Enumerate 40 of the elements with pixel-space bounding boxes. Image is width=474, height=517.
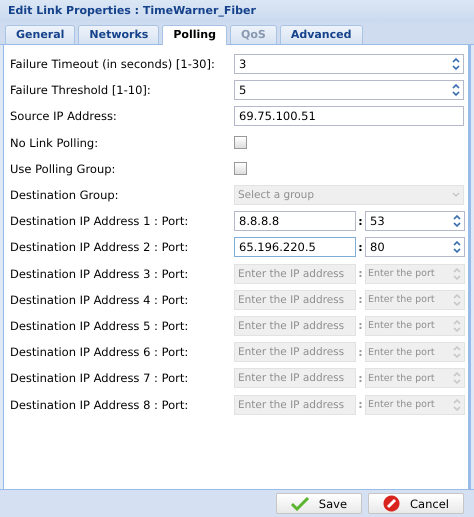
field-label: Use Polling Group:	[10, 162, 116, 176]
separator: :	[357, 346, 364, 359]
separator: :	[357, 267, 364, 280]
port-field[interactable]: 80	[365, 237, 465, 258]
field-label: Destination IP Address 1 : Port:	[10, 214, 190, 228]
tab[interactable]: Advanced	[280, 25, 362, 44]
field-label: Destination Group:	[10, 188, 120, 202]
tab[interactable]: Polling	[162, 25, 227, 46]
field-label: Source IP Address:	[10, 109, 118, 124]
number-field[interactable]: 3	[234, 54, 464, 74]
field-label: Failure Threshold [1-10]:	[10, 83, 152, 98]
tab[interactable]: Networks	[78, 25, 160, 44]
ip-address-field[interactable]: 8.8.8.8	[234, 211, 356, 232]
field-label: Destination IP Address 2 : Port:	[10, 240, 190, 254]
field-label: Destination IP Address 5 : Port:	[10, 318, 190, 333]
save-button[interactable]: Save	[276, 493, 362, 514]
check-icon	[290, 496, 309, 510]
separator: :	[357, 293, 364, 306]
checkbox[interactable]	[234, 162, 247, 176]
checkbox[interactable]	[234, 136, 247, 150]
field-label: Destination IP Address 6 : Port:	[10, 345, 190, 360]
separator: :	[357, 214, 364, 228]
field-label: Destination IP Address 4 : Port:	[10, 292, 190, 307]
field-label: Destination IP Address 3 : Port:	[10, 266, 190, 281]
cancel-icon	[383, 495, 400, 512]
field-label: Failure Timeout (in seconds) [1-30]:	[10, 57, 216, 72]
separator: :	[357, 372, 364, 385]
tab[interactable]: General	[5, 25, 76, 44]
field-label: Destination IP Address 7 : Port:	[10, 371, 190, 386]
number-field[interactable]: 5	[234, 80, 464, 100]
input-field[interactable]: 69.75.100.51	[234, 106, 464, 126]
port-field[interactable]: 53	[365, 211, 465, 232]
cancel-button[interactable]: Cancel	[368, 493, 464, 514]
separator: :	[357, 240, 364, 254]
window-title: Edit Link Properties : TimeWarner_Fiber	[0, 0, 474, 22]
separator: :	[357, 319, 364, 332]
separator: :	[357, 398, 364, 412]
ip-address-field[interactable]: 65.196.220.5	[234, 237, 356, 258]
field-label: Destination IP Address 8 : Port:	[10, 398, 190, 412]
field-label: No Link Polling:	[10, 136, 100, 150]
